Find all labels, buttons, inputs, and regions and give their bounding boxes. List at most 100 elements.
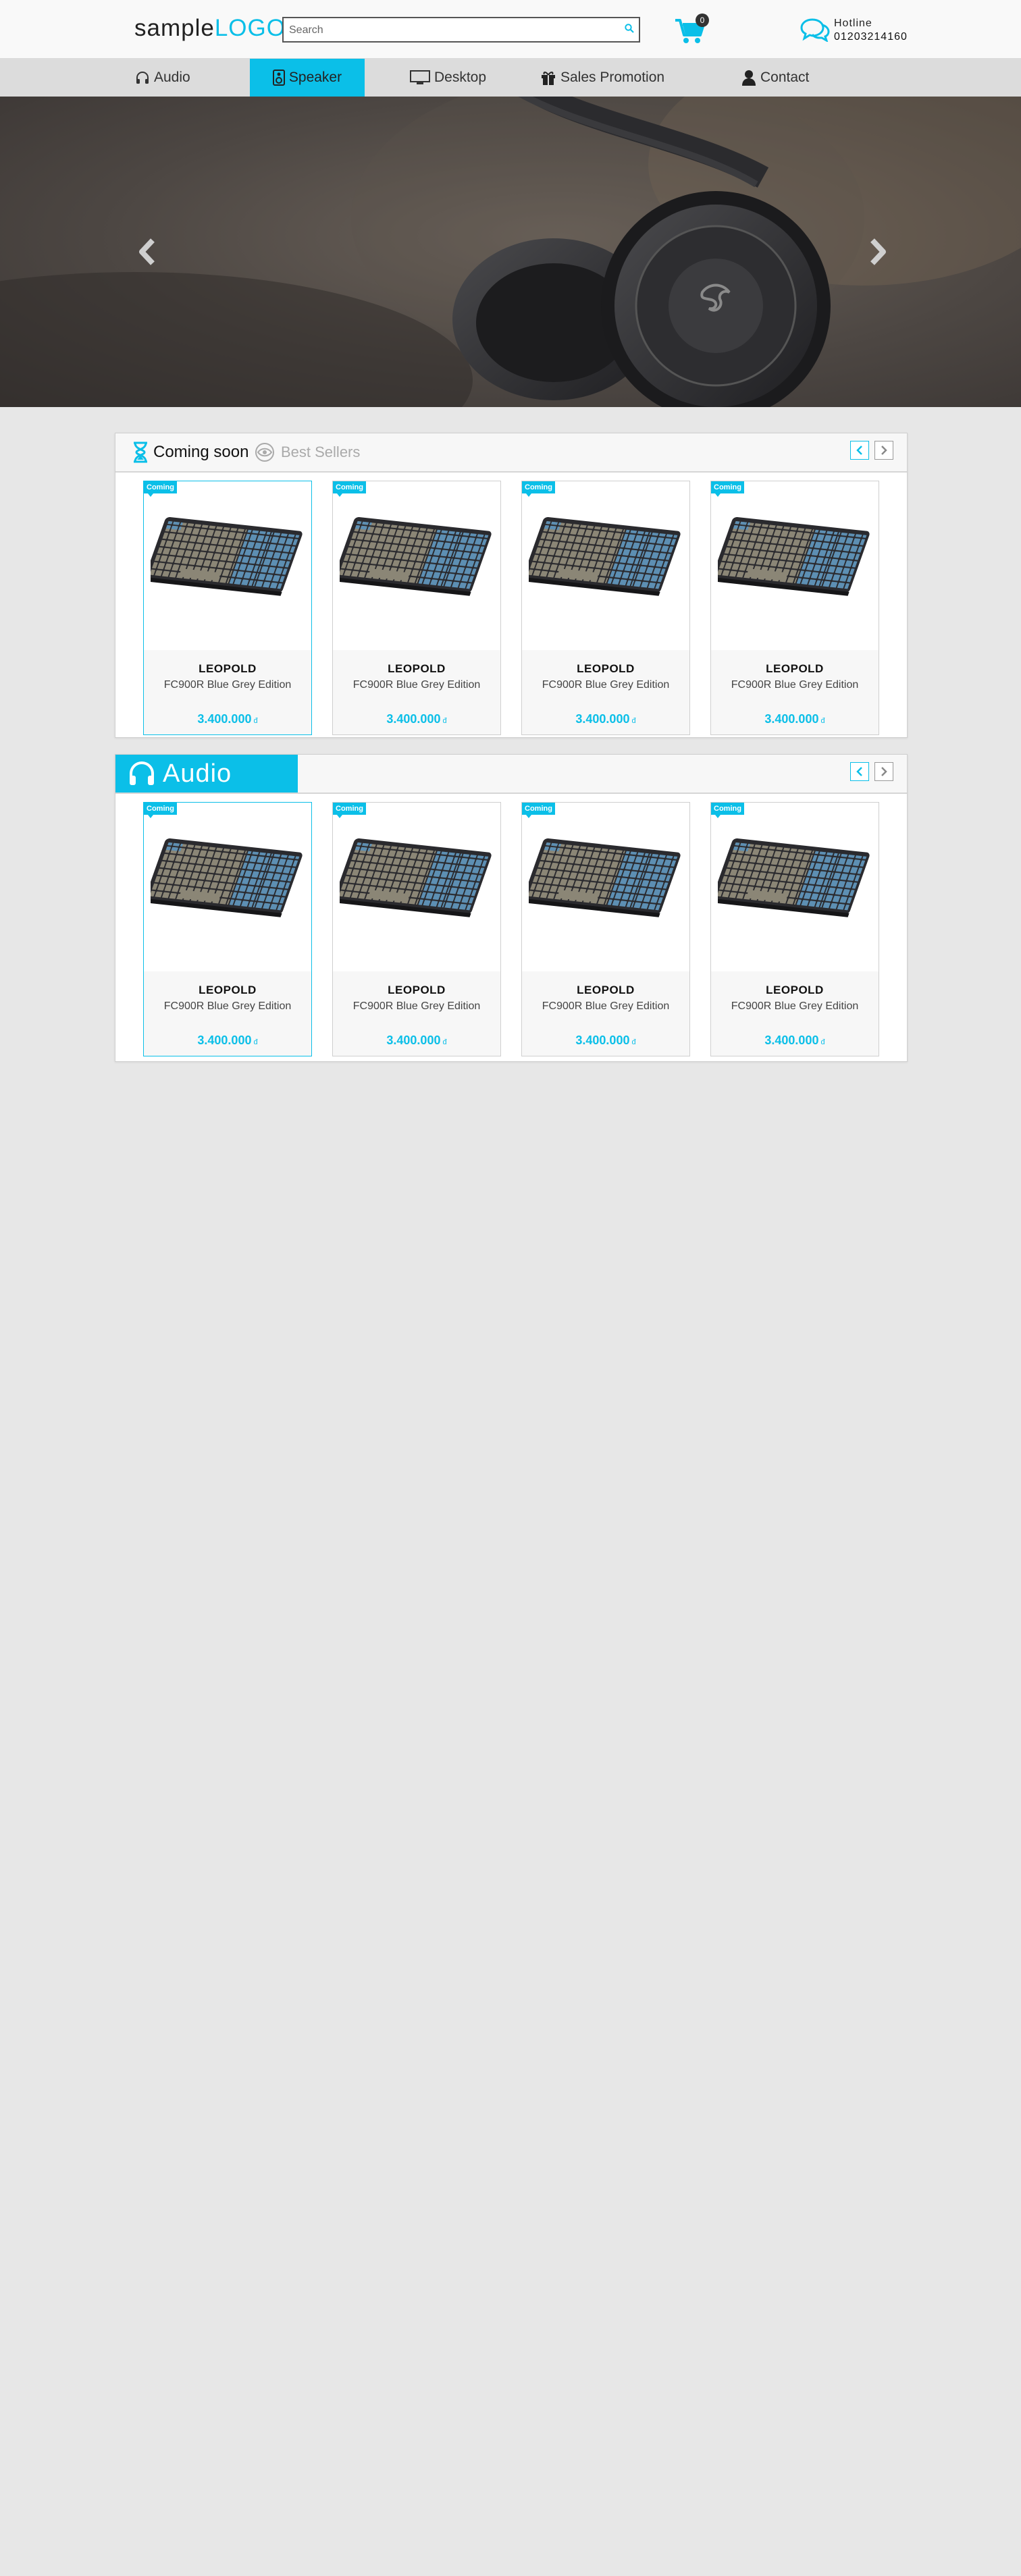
speaker-icon [272,70,285,86]
price-currency: đ [442,1038,447,1046]
coming-badge: Coming [711,481,744,497]
coming-soon-header: Coming soon Best Sellers [115,433,907,473]
price-currency: đ [820,717,825,725]
product-brand: LEOPOLD [577,984,635,996]
product-image [529,838,682,917]
price-currency: đ [442,717,447,725]
audio-panel: Audio Coming LEOPOLD FC900R Blue Grey Ed… [115,754,908,1062]
product-price: 3.400.000 đ [144,712,311,726]
cart-count-badge: 0 [696,14,709,27]
price-currency: đ [253,717,258,725]
search-box [282,17,640,43]
product-image [151,516,304,596]
section1-prev-button[interactable] [850,441,869,460]
price-value: 3.400.000 [386,1034,441,1047]
product-card[interactable]: Coming LEOPOLD FC900R Blue Grey Edition … [521,802,690,1056]
product-card[interactable]: Coming LEOPOLD FC900R Blue Grey Edition … [332,802,501,1056]
banner-next-arrow[interactable] [864,235,891,269]
price-currency: đ [631,717,636,725]
eye-icon [255,443,274,462]
logo-main-text: sample [134,15,215,41]
chevron-left-icon [856,767,862,776]
coming-badge: Coming [144,803,177,818]
product-price: 3.400.000 đ [522,1034,689,1048]
product-image [340,838,493,917]
product-image [340,516,493,596]
tab-best-sellers-label: Best Sellers [281,444,361,460]
product-model: FC900R Blue Grey Edition [542,1000,670,1012]
coming-badge: Coming [522,481,555,497]
audio-section-title: Audio [115,755,298,793]
price-currency: đ [820,1038,825,1046]
product-model: FC900R Blue Grey Edition [731,1000,859,1012]
hotline-block: Hotline 01203214160 [834,17,908,44]
coming-badge: Coming [522,803,555,818]
nav-label-sales-promotion: Sales Promotion [560,70,665,85]
price-value: 3.400.000 [575,712,630,726]
product-card[interactable]: Coming LEOPOLD FC900R Blue Grey Edition … [521,481,690,735]
headphones-icon [136,72,149,84]
nav-label-contact: Contact [760,70,810,85]
hourglass-icon [134,441,147,463]
product-brand: LEOPOLD [766,984,824,996]
nav-label-speaker: Speaker [288,70,342,85]
product-price: 3.400.000 đ [333,712,500,726]
product-brand: LEOPOLD [388,662,446,675]
search-input[interactable] [288,21,614,40]
section2-prev-button[interactable] [850,762,869,781]
product-brand: LEOPOLD [388,984,446,996]
product-price: 3.400.000 đ [144,1034,311,1048]
site-header: sampleLOGO 0 Hotline 01203214160 [0,0,1021,59]
section2-next-button[interactable] [874,762,893,781]
user-icon [742,70,756,86]
nav-item-contact[interactable]: Contact [741,59,809,97]
audio-header: Audio [115,755,907,794]
product-image [718,838,871,917]
tab-coming-soon[interactable]: Coming soon [132,439,248,466]
main-nav: Audio Speaker Desktop Sales Promotion Co… [0,59,1021,97]
price-currency: đ [253,1038,258,1046]
audio-section-label: Audio [163,759,232,788]
price-value: 3.400.000 [575,1034,630,1047]
price-value: 3.400.000 [764,1034,819,1047]
product-model: FC900R Blue Grey Edition [352,679,481,691]
chat-bubbles-icon [800,18,830,42]
product-brand: LEOPOLD [577,662,635,675]
product-card[interactable]: Coming LEOPOLD FC900R Blue Grey Edition … [143,802,312,1056]
hotline-number[interactable]: 01203214160 [834,30,908,44]
product-brand: LEOPOLD [199,662,257,675]
chevron-left-icon [856,446,862,455]
monitor-icon [410,70,430,84]
section1-next-button[interactable] [874,441,893,460]
nav-item-speaker[interactable]: Speaker [250,59,365,97]
product-model: FC900R Blue Grey Edition [542,679,670,691]
banner-prev-arrow[interactable] [134,235,161,269]
price-value: 3.400.000 [197,1034,252,1047]
tab-best-sellers[interactable]: Best Sellers [254,439,360,466]
coming-badge: Coming [333,481,366,497]
product-card[interactable]: Coming LEOPOLD FC900R Blue Grey Edition … [332,481,501,735]
coming-badge: Coming [333,803,366,818]
coming-badge: Coming [144,481,177,497]
nav-item-sales-promotion[interactable]: Sales Promotion [540,59,664,97]
product-card[interactable]: Coming LEOPOLD FC900R Blue Grey Edition … [710,802,879,1056]
nav-item-audio[interactable]: Audio [135,59,190,97]
chevron-right-icon [881,767,887,776]
product-card[interactable]: Coming LEOPOLD FC900R Blue Grey Edition … [710,481,879,735]
price-value: 3.400.000 [197,712,252,726]
product-image [718,516,871,596]
product-card[interactable]: Coming LEOPOLD FC900R Blue Grey Edition … [143,481,312,735]
nav-item-desktop[interactable]: Desktop [410,59,486,97]
product-image [529,516,682,596]
site-logo[interactable]: sampleLOGO [134,15,286,42]
product-brand: LEOPOLD [766,662,824,675]
product-model: FC900R Blue Grey Edition [163,1000,292,1012]
product-price: 3.400.000 đ [333,1034,500,1048]
product-brand: LEOPOLD [199,984,257,996]
headphones-icon [130,761,154,785]
price-currency: đ [631,1038,636,1046]
tab-coming-soon-label: Coming soon [153,443,249,461]
price-value: 3.400.000 [764,712,819,726]
search-icon[interactable] [624,23,635,34]
product-model: FC900R Blue Grey Edition [731,679,859,691]
